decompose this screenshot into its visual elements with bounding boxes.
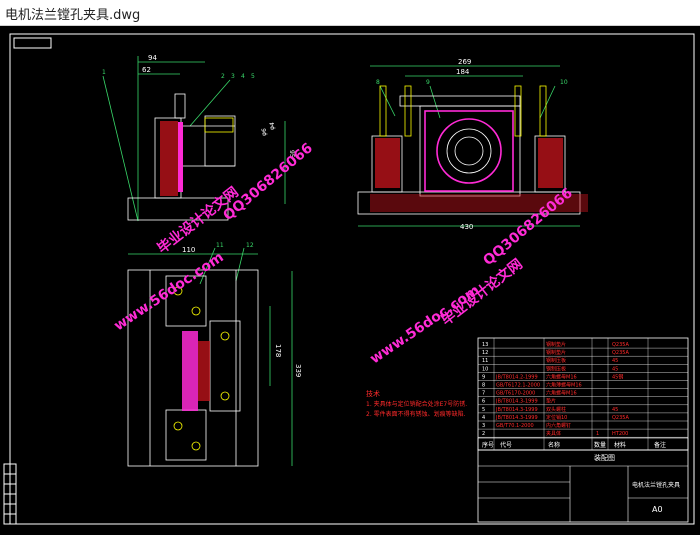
bom-cell-qty: 1 <box>596 431 599 437</box>
bom-cell-name: 钢制垫片 <box>546 341 566 348</box>
balloon-3: 3 <box>231 73 235 80</box>
dim-110: 110 <box>182 246 195 254</box>
bom-cell-name: 六角螺母M16 <box>546 390 577 397</box>
bom-cell-no: 11 <box>482 358 488 364</box>
balloon-11: 11 <box>216 242 224 249</box>
top-view-hatch <box>198 341 210 401</box>
bom-cell-code: JB/T8014.2-1999 <box>495 374 538 380</box>
bom-cell-no: 9 <box>482 374 485 380</box>
balloon-4: 4 <box>241 73 245 80</box>
bom-cell-mat: 45 <box>612 407 618 413</box>
side-view-workpiece <box>178 122 183 192</box>
bom-cell-mat: 45 <box>612 366 618 372</box>
bom-cell-mat: 45 <box>612 358 618 364</box>
balloon-2: 2 <box>221 73 225 80</box>
window-title: 电机法兰镗孔夹具.dwg <box>5 8 141 23</box>
dim-94: 94 <box>148 54 157 62</box>
dim-430: 430 <box>460 223 473 231</box>
bom-cell-name: 六角薄螺母M16 <box>546 382 582 389</box>
balloon-5: 5 <box>251 73 255 80</box>
bom-cell-no: 3 <box>482 423 485 429</box>
dim-62: 62 <box>142 66 151 74</box>
bom-cell-no: 2 <box>482 431 485 437</box>
front-view-left-hatch <box>375 138 400 188</box>
bom-cell-no: 12 <box>482 350 488 356</box>
balloon-12: 12 <box>246 242 254 249</box>
bom-cell-no: 10 <box>482 366 488 372</box>
dim-269: 269 <box>458 58 471 66</box>
bom-cell-no: 13 <box>482 342 488 348</box>
balloon-8: 8 <box>376 79 380 86</box>
bom-header-qty: 数量 <box>594 441 606 449</box>
bom-cell-no: 6 <box>482 399 485 405</box>
bom-cell-code: GB/T6170-2000 <box>496 391 535 397</box>
title-part-name: 电机法兰镗孔夹具 <box>632 481 680 489</box>
dim-phi6: φ6 <box>261 128 268 136</box>
bom-cell-name: 内六角螺钉 <box>546 422 571 429</box>
bom-cell-code: JB/T8014.3-1999 <box>495 399 538 405</box>
bom-cell-name: 钢制压板 <box>546 357 566 364</box>
bom-header-remark: 备注 <box>654 441 666 449</box>
bom-cell-mat: HT200 <box>612 431 628 437</box>
balloon-10: 10 <box>560 79 568 86</box>
bom-cell-no: 5 <box>482 407 485 413</box>
bom-cell-name: 定位销10 <box>546 414 567 421</box>
bom-cell-mat: Q235A <box>612 415 629 421</box>
bom-cell-mat: 45钢 <box>612 373 623 380</box>
bom-cell-mat: Q235A <box>612 350 629 356</box>
bom-header-code: 代号 <box>500 441 512 449</box>
bom-cell-name: 钢制压板 <box>546 365 566 372</box>
side-view-section-hatch <box>160 121 178 196</box>
bom-cell-mat: Q235A <box>612 342 629 348</box>
bom-cell-name: 钢制垫片 <box>546 349 566 356</box>
notes-line-2: 2. 零件表面不得有锈蚀、划痕等缺陷. <box>366 410 466 418</box>
dim-184: 184 <box>456 68 470 76</box>
bom-cell-name: 六角螺母M16 <box>546 373 577 380</box>
drawing-canvas[interactable]: 94 62 1 2 3 4 5 φ6 φ4 95 269 184 430 8 9… <box>0 26 700 531</box>
top-view-workpiece <box>182 331 198 411</box>
bom-cell-code: JB/T8014.3-1999 <box>495 415 538 421</box>
bom-cell-name: 双头螺柱 <box>546 406 566 413</box>
bom-cell-no: 4 <box>482 415 485 421</box>
bom-cell-no: 8 <box>482 383 485 389</box>
front-view-right-hatch <box>538 138 563 188</box>
bom-header-no: 序号 <box>482 441 494 449</box>
dim-178: 178 <box>274 344 282 357</box>
title-company: 装配图 <box>594 453 615 462</box>
bom-cell-name: 夹具体 <box>546 430 561 437</box>
notes-line-1: 1. 夹具体与定位销配合处涂E7号防锈. <box>366 400 467 408</box>
balloon-9: 9 <box>426 79 430 86</box>
bom-cell-no: 7 <box>482 391 485 397</box>
bom-cell-code: GB/T6172.1-2000 <box>496 383 540 389</box>
notes-title: 技术 <box>366 389 380 398</box>
bom-header-name: 名称 <box>548 441 560 449</box>
bom-cell-code: JB/T8014.3-1999 <box>495 407 538 413</box>
title-sheet: A0 <box>652 505 663 514</box>
window-titlebar: 电机法兰镗孔夹具.dwg <box>0 0 700 26</box>
bom-cell-code: GB/T70.1-2000 <box>496 423 534 429</box>
bom-cell-name: 垫片 <box>546 398 556 405</box>
dim-339: 339 <box>294 364 302 377</box>
balloon-1-left: 1 <box>102 69 106 76</box>
bom-header-mat: 材料 <box>614 441 626 449</box>
dim-phi4: φ4 <box>269 122 276 130</box>
